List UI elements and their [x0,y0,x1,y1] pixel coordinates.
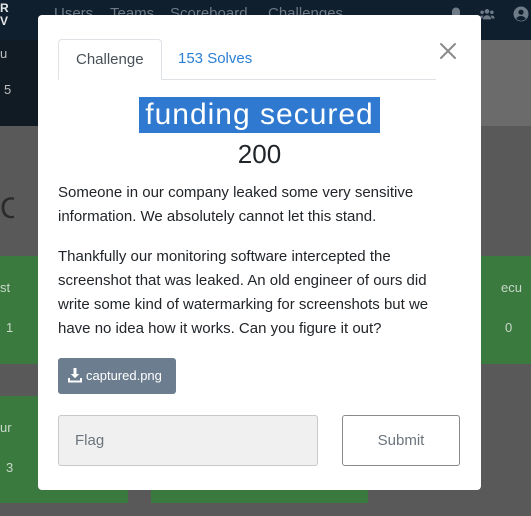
challenge-value: 200 [237,139,282,169]
challenge-title: funding secured [139,97,380,133]
challenge-modal: Challenge 153 Solves funding secured 200… [38,15,481,490]
submit-button[interactable]: Submit [342,415,460,466]
team-icon[interactable] [479,6,495,22]
challenge-card[interactable]: st 1 [0,256,38,364]
tab-solves[interactable]: 153 Solves [161,39,269,80]
card-value: 1 [6,320,14,335]
card-value: 3 [6,460,14,475]
card-title: ecu [501,280,522,295]
hero-text-top: u [0,46,8,61]
challenge-title-wrap: funding secured [38,97,481,133]
hero-text-bottom: 5 [4,82,12,97]
challenge-description-p2: Thankfully our monitoring software inter… [58,248,429,337]
category-heading: C [0,192,14,225]
challenge-card[interactable]: ecu 0 [481,256,531,364]
download-file-label: captured.png [86,368,162,383]
challenge-description-p1: Someone in our company leaked some very … [58,184,414,225]
close-icon[interactable] [438,41,458,61]
tab-challenge[interactable]: Challenge [58,39,162,80]
download-icon [67,367,83,383]
user-icon[interactable] [513,6,529,22]
card-title: ur [0,420,12,435]
flag-input[interactable] [58,415,318,466]
brand-logo[interactable]: R V [0,2,14,28]
card-title: st [0,280,11,295]
card-value: 0 [505,320,513,335]
download-file-button[interactable]: captured.png [58,358,176,394]
modal-tabs: Challenge 153 Solves [58,39,436,80]
